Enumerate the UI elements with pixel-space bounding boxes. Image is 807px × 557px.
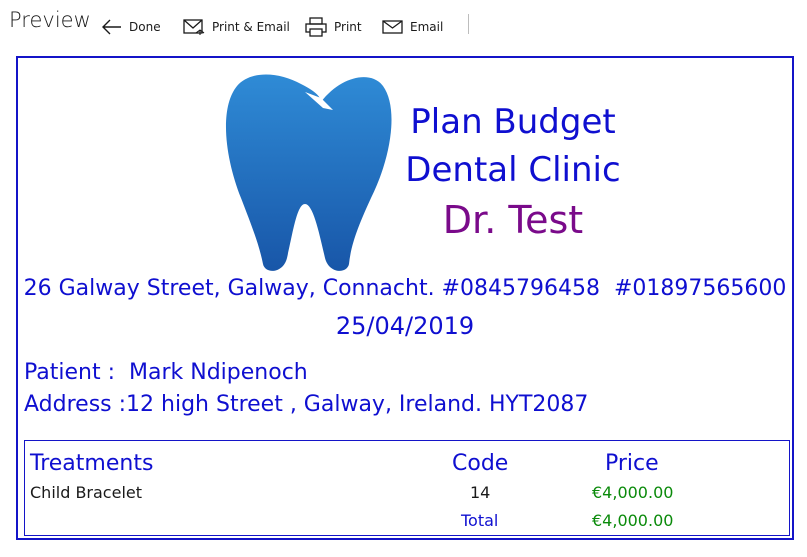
header-code: Code xyxy=(452,451,509,476)
tooth-logo xyxy=(225,74,392,271)
printer-icon xyxy=(305,17,327,37)
toolbar-separator xyxy=(468,14,469,34)
treatments-table: Treatments Code Price Child Bracelet 14 … xyxy=(24,440,790,536)
patient-address-label: Address : xyxy=(24,392,127,417)
doctor-name: Dr. Test xyxy=(442,198,584,242)
print-email-label: Print & Email xyxy=(212,20,290,34)
patient-name: Mark Ndipenoch xyxy=(129,360,308,385)
clinic-name: Plan Budget Dental Clinic xyxy=(388,98,638,194)
patient-label: Patient : xyxy=(24,360,116,385)
clinic-name-line1: Plan Budget xyxy=(410,102,616,142)
patient-address-row: Address :12 high Street , Galway, Irelan… xyxy=(24,392,588,417)
preview-title: Preview xyxy=(9,8,91,32)
patient-address: 12 high Street , Galway, Ireland. HYT208… xyxy=(126,392,589,417)
done-button[interactable]: Done xyxy=(102,13,161,41)
row-treatment: Child Bracelet xyxy=(30,483,143,502)
clinic-name-line2: Dental Clinic xyxy=(405,150,621,190)
mail-icon xyxy=(382,20,403,34)
total-label: Total xyxy=(461,511,499,530)
invoice-document: Plan Budget Dental Clinic Dr. Test 26 Ga… xyxy=(16,56,794,540)
email-label: Email xyxy=(410,20,444,34)
print-email-icon xyxy=(183,19,205,35)
invoice-date: 25/04/2019 xyxy=(335,312,475,340)
toolbar: Preview Done Print & Email Print Email xyxy=(0,0,807,50)
clinic-address: 26 Galway Street, Galway, Connacht. #084… xyxy=(23,276,787,301)
print-label: Print xyxy=(334,20,362,34)
header-treatments: Treatments xyxy=(30,451,154,476)
done-label: Done xyxy=(129,20,161,34)
print-button[interactable]: Print xyxy=(305,13,362,41)
row-price: €4,000.00 xyxy=(592,483,674,502)
back-arrow-icon xyxy=(102,19,121,35)
total-value: €4,000.00 xyxy=(592,511,674,530)
patient-row: Patient : Mark Ndipenoch xyxy=(24,360,308,385)
email-button[interactable]: Email xyxy=(382,13,443,41)
print-email-button[interactable]: Print & Email xyxy=(183,13,290,41)
header-price: Price xyxy=(605,451,659,476)
row-code: 14 xyxy=(470,483,491,502)
